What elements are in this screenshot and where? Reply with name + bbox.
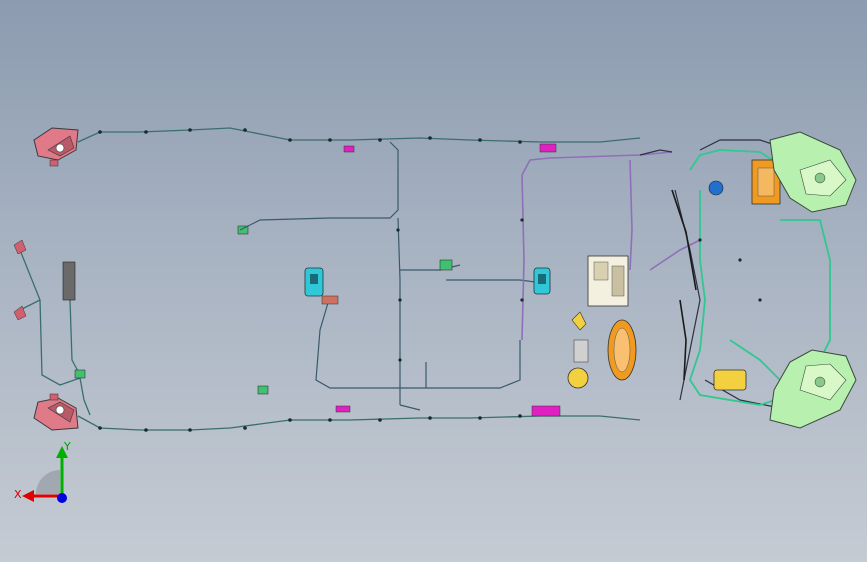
x-axis-label: X: [14, 488, 22, 501]
ecu-module: [587, 255, 629, 307]
center-purple-harness: [521, 151, 701, 341]
z-axis-marker: [57, 493, 67, 503]
tail-lamp-upper: [33, 127, 79, 167]
y-axis-label: Y: [63, 440, 71, 453]
front-leads: [671, 189, 697, 381]
floor-connectors: [304, 259, 551, 305]
cad-viewport[interactable]: X Y: [0, 0, 867, 562]
coordinate-triad: X Y: [14, 440, 71, 503]
tail-lamp-lower: [33, 393, 79, 431]
airbag-module: [607, 319, 637, 381]
steering-connector: [567, 311, 589, 389]
battery-connector: [708, 180, 747, 391]
floor-harness: [239, 141, 536, 411]
headlamp-lower: [769, 349, 857, 429]
headlamp-upper: [769, 131, 857, 213]
harness-clips: [98, 128, 762, 432]
wiring-harness-model[interactable]: [0, 0, 867, 562]
rear-connectors: [13, 225, 269, 395]
